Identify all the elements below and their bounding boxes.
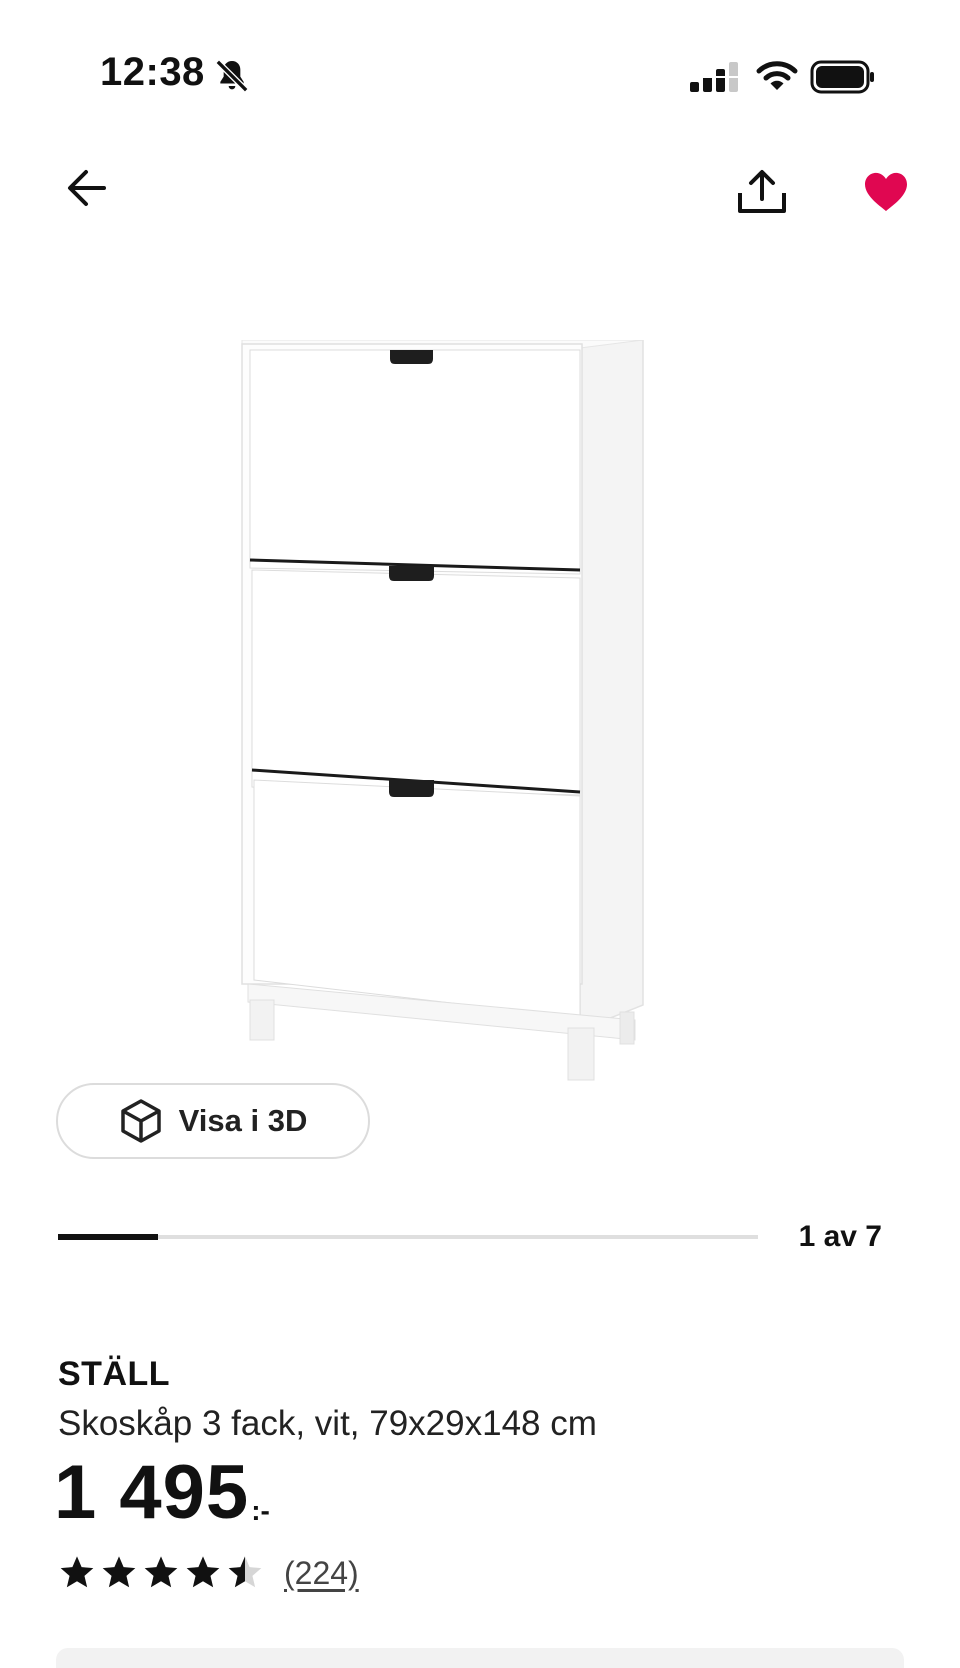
heart-icon (865, 172, 907, 212)
star-half-icon (228, 1556, 262, 1588)
rating-stars (58, 1554, 264, 1592)
view-in-3d-button[interactable]: Visa i 3D (56, 1083, 370, 1159)
cube-icon (120, 1099, 161, 1143)
product-description: Skoskåp 3 fack, vit, 79x29x148 cm (58, 1404, 597, 1443)
bottom-panel-edge (56, 1648, 904, 1668)
favorite-button[interactable] (850, 158, 922, 226)
product-rating[interactable]: (224) (58, 1554, 359, 1592)
star-full-icon (60, 1556, 94, 1588)
star-full-icon (102, 1556, 136, 1588)
signal-icon (690, 62, 738, 92)
gallery-position-label: 1 av 7 (798, 1220, 882, 1253)
status-time: 12:38 (100, 50, 205, 94)
arrow-left-icon (68, 170, 106, 206)
star-full-icon (144, 1556, 178, 1588)
product-name: STÄLL (58, 1355, 171, 1393)
star-full-icon (186, 1556, 220, 1588)
bell-off-icon (215, 59, 249, 93)
share-icon (738, 170, 786, 213)
view-in-3d-label: Visa i 3D (178, 1103, 308, 1138)
wifi-icon (756, 61, 798, 90)
gallery-progress-track (58, 1235, 758, 1239)
review-count-link[interactable]: (224) (284, 1555, 359, 1592)
gallery-progress-fill (58, 1234, 158, 1240)
product-price: 1 495 :- (54, 1455, 270, 1531)
price-suffix: :- (251, 1495, 270, 1526)
battery-icon (810, 60, 874, 94)
share-button[interactable] (726, 156, 798, 228)
price-integer: 1 495 (54, 1450, 250, 1535)
product-image[interactable] (240, 340, 690, 1160)
back-button[interactable] (54, 156, 118, 220)
